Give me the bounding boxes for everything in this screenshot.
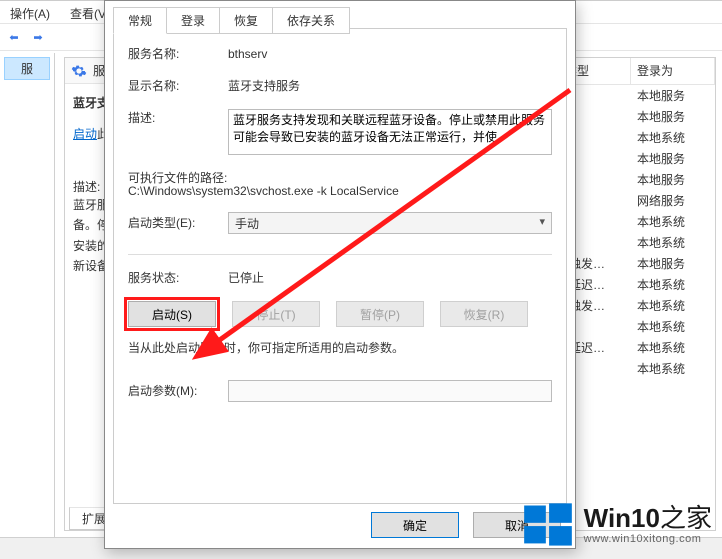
startup-type-select[interactable]: 手动 bbox=[228, 212, 552, 234]
wm-url: www.win10xitong.com bbox=[584, 533, 712, 545]
start-button[interactable]: 启动(S) bbox=[128, 301, 216, 327]
cell-logon-as: 本地服务 bbox=[631, 108, 715, 125]
col-logon-as[interactable]: 登录为 bbox=[631, 58, 715, 84]
left-tree: 服 bbox=[0, 53, 55, 537]
windows-logo-icon bbox=[522, 499, 574, 551]
tab-dependencies[interactable]: 依存关系 bbox=[272, 7, 350, 34]
cell-logon-as: 本地系统 bbox=[631, 360, 715, 377]
exec-path-value: C:\Windows\system32\svchost.exe -k Local… bbox=[128, 184, 552, 198]
forward-icon[interactable]: ➡ bbox=[28, 27, 48, 47]
start-params-input bbox=[228, 380, 552, 402]
dialog-tabs: 常规 登录 恢复 依存关系 bbox=[113, 7, 349, 34]
cell-logon-as: 本地系统 bbox=[631, 276, 715, 293]
service-name-label: 服务名称: bbox=[128, 45, 228, 63]
start-link[interactable]: 启动 bbox=[73, 125, 97, 142]
start-note: 当从此处启动服务时，你可指定所适用的启动参数。 bbox=[128, 339, 552, 356]
separator bbox=[128, 254, 552, 255]
back-icon[interactable]: ⬅ bbox=[4, 27, 24, 47]
stop-button: 停止(T) bbox=[232, 301, 320, 327]
cell-logon-as: 本地服务 bbox=[631, 255, 715, 272]
tab-logon[interactable]: 登录 bbox=[166, 7, 220, 34]
tree-item-services[interactable]: 服 bbox=[4, 57, 50, 80]
cell-logon-as: 本地系统 bbox=[631, 297, 715, 314]
pause-button: 暂停(P) bbox=[336, 301, 424, 327]
service-control-buttons: 启动(S) 停止(T) 暂停(P) 恢复(R) bbox=[128, 301, 552, 327]
resume-button: 恢复(R) bbox=[440, 301, 528, 327]
cell-logon-as: 本地服务 bbox=[631, 87, 715, 104]
status-label: 服务状态: bbox=[128, 269, 228, 287]
tab-recovery[interactable]: 恢复 bbox=[219, 7, 273, 34]
menu-ops[interactable]: 操作(A) bbox=[4, 3, 56, 21]
description-text[interactable] bbox=[228, 109, 552, 155]
cell-logon-as: 本地系统 bbox=[631, 129, 715, 146]
status-value: 已停止 bbox=[228, 269, 552, 287]
cell-logon-as: 本地系统 bbox=[631, 213, 715, 230]
startup-type-label: 启动类型(E): bbox=[128, 214, 228, 232]
ok-button[interactable]: 确定 bbox=[371, 512, 459, 538]
cell-logon-as: 本地服务 bbox=[631, 171, 715, 188]
gear-icon bbox=[71, 63, 87, 79]
tab-general[interactable]: 常规 bbox=[113, 7, 167, 34]
display-name-value: 蓝牙支持服务 bbox=[228, 77, 552, 95]
cell-logon-as: 本地系统 bbox=[631, 339, 715, 356]
wm-brand: Win10 bbox=[584, 503, 660, 533]
start-params-label: 启动参数(M): bbox=[128, 382, 228, 400]
watermark: Win10之家 www.win10xitong.com bbox=[522, 499, 712, 551]
properties-dialog: 常规 登录 恢复 依存关系 服务名称: bthserv 显示名称: 蓝牙支持服务… bbox=[104, 0, 576, 549]
dialog-body: 服务名称: bthserv 显示名称: 蓝牙支持服务 描述: 可执行文件的路径:… bbox=[113, 28, 567, 504]
wm-suffix: 之家 bbox=[660, 503, 712, 533]
cell-logon-as: 本地服务 bbox=[631, 150, 715, 167]
service-name-value: bthserv bbox=[228, 45, 552, 63]
menubar: 操作(A) 查看(V) bbox=[0, 1, 120, 23]
cell-logon-as: 本地系统 bbox=[631, 318, 715, 335]
cell-logon-as: 网络服务 bbox=[631, 192, 715, 209]
display-name-label: 显示名称: bbox=[128, 77, 228, 95]
description-label: 描述: bbox=[128, 109, 228, 127]
cell-logon-as: 本地系统 bbox=[631, 234, 715, 251]
